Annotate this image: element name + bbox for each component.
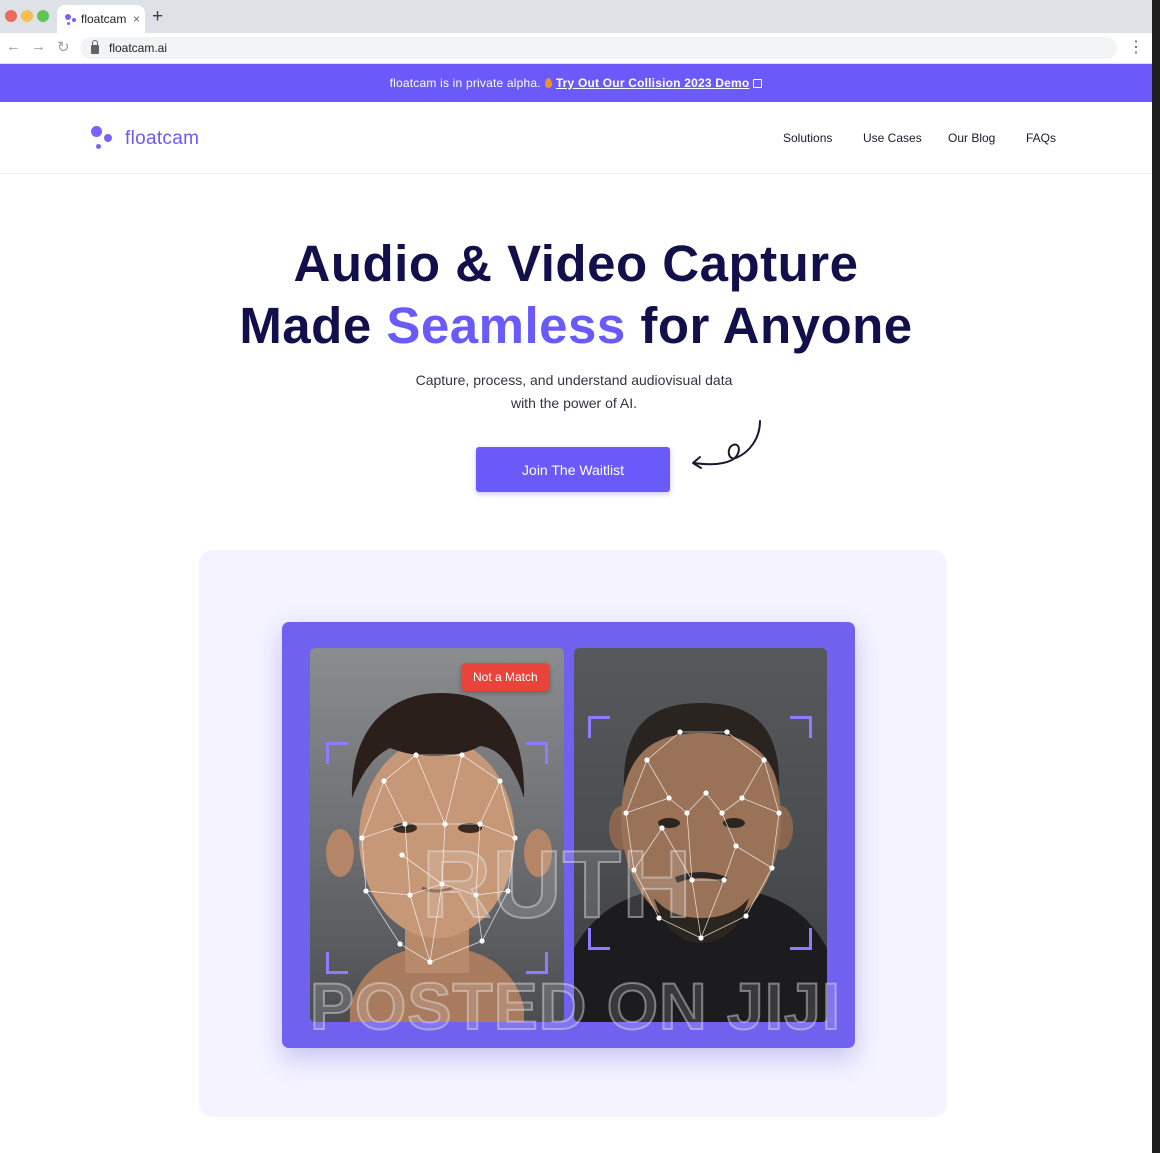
fire-icon <box>544 78 552 88</box>
nav-our-blog[interactable]: Our Blog <box>948 131 995 145</box>
watermark-posted: POSTED ON JIJI <box>309 968 842 1044</box>
screen-edge <box>1152 0 1160 1153</box>
new-tab-button[interactable]: + <box>152 7 163 27</box>
scan-corner <box>790 928 812 950</box>
browser-menu-icon[interactable]: ⋮ <box>1128 37 1144 57</box>
hero-subtitle-line2: with the power of AI. <box>510 395 638 411</box>
scan-corner <box>588 716 610 738</box>
forward-icon[interactable]: → <box>31 38 46 55</box>
nav-faqs[interactable]: FAQs <box>1026 131 1056 145</box>
hero-title: Audio & Video Capture Made Seamless for … <box>0 233 1152 357</box>
minimize-window-button[interactable] <box>21 10 33 22</box>
logo-text: floatcam <box>125 128 200 149</box>
nav-use-cases[interactable]: Use Cases <box>863 131 922 145</box>
not-a-match-badge: Not a Match <box>461 663 550 691</box>
address-bar[interactable]: floatcam.ai <box>80 37 1117 59</box>
browser-window: floatcam × + ← → ↻ floatcam.ai ⋮ floatca… <box>0 0 1152 1153</box>
hero-subtitle: Capture, process, and understand audiovi… <box>0 369 1148 415</box>
back-icon[interactable]: ← <box>6 38 21 55</box>
site-header: floatcam Solutions Use Cases Our Blog FA… <box>0 102 1152 174</box>
hero-title-line2-post: for Anyone <box>625 297 913 354</box>
demo-link[interactable]: Try Out Our Collision 2023 Demo <box>556 76 750 90</box>
close-window-button[interactable] <box>5 10 17 22</box>
tab-bar: floatcam × + <box>0 0 1152 33</box>
lock-icon <box>91 40 99 54</box>
browser-tab[interactable]: floatcam × <box>57 5 145 33</box>
browser-toolbar: ← → ↻ floatcam.ai ⋮ <box>0 33 1152 64</box>
maximize-window-button[interactable] <box>37 10 49 22</box>
external-link-icon <box>753 78 763 88</box>
join-waitlist-button[interactable]: Join The Waitlist <box>476 447 670 492</box>
logo[interactable]: floatcam <box>90 126 199 152</box>
logo-icon <box>90 126 116 152</box>
hero-title-line1: Audio & Video Capture <box>293 235 859 292</box>
curly-arrow-icon <box>692 420 761 469</box>
tab-title: floatcam <box>81 12 127 26</box>
hero-title-accent: Seamless <box>386 297 626 354</box>
scan-corner <box>326 742 348 764</box>
scan-corner <box>790 716 812 738</box>
favicon-icon <box>65 13 79 25</box>
tab-close-icon[interactable]: × <box>133 12 140 26</box>
scan-corner <box>526 742 548 764</box>
hero-subtitle-line1: Capture, process, and understand audiovi… <box>415 372 733 388</box>
announcement-bar: floatcam is in private alpha. Try Out Ou… <box>0 64 1152 102</box>
watermark-name: RUTH <box>421 830 693 939</box>
hero-title-line2-pre: Made <box>239 297 387 354</box>
url-text: floatcam.ai <box>109 41 168 55</box>
announcement-text: floatcam is in private alpha. <box>389 76 541 90</box>
reload-icon[interactable]: ↻ <box>57 38 70 56</box>
nav-solutions[interactable]: Solutions <box>783 131 832 145</box>
